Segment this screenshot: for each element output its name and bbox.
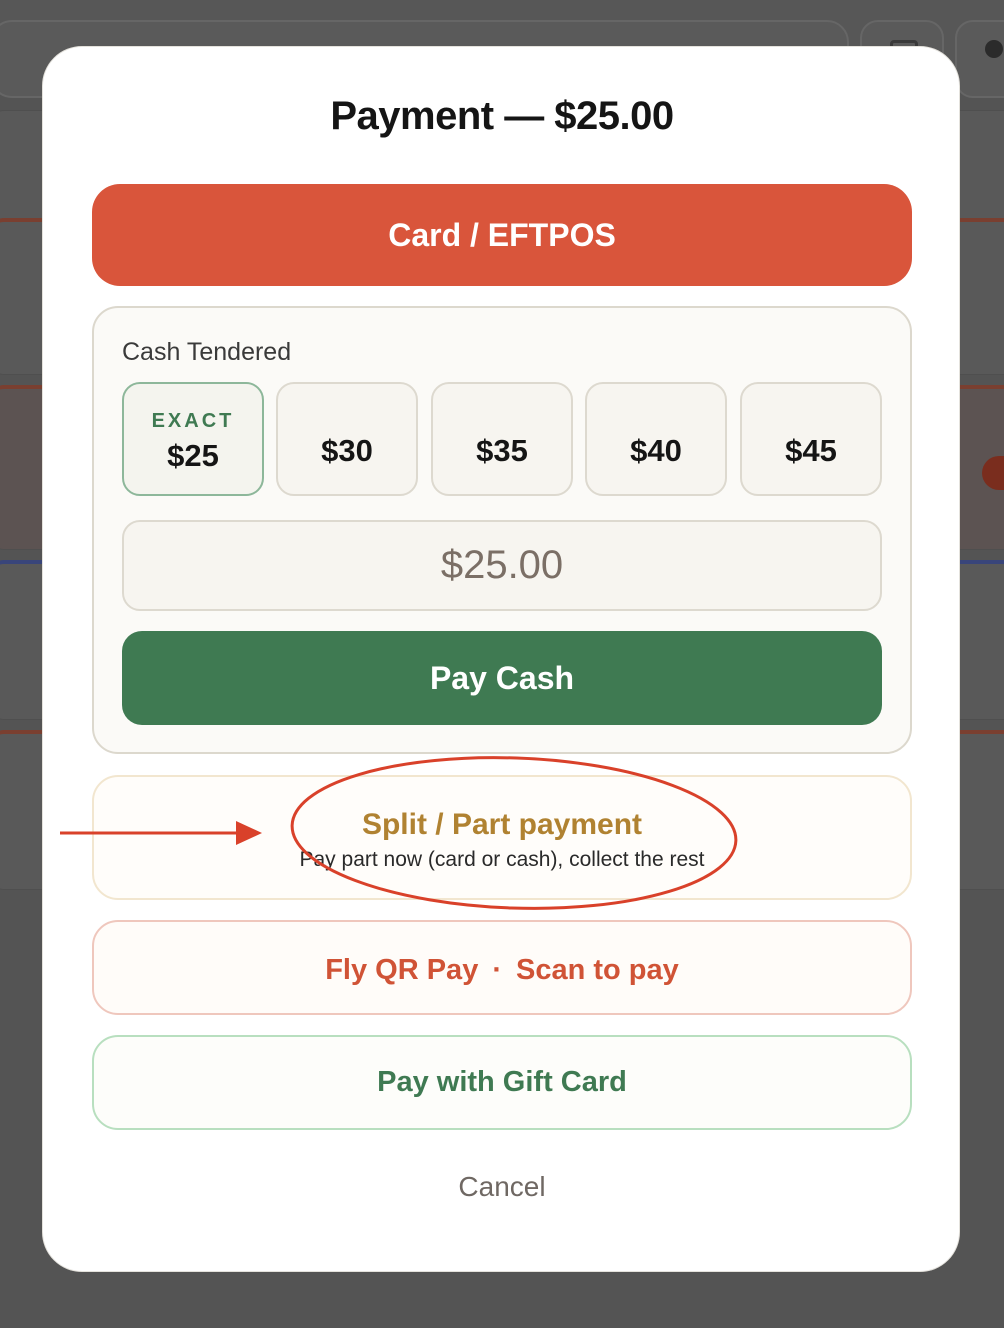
amount-button-exact[interactable]: EXACT $25 [122, 382, 264, 496]
amount-value: $45 [785, 433, 837, 468]
qr-pay-subtitle: Scan to pay [516, 954, 679, 986]
fly-qr-pay-button[interactable]: Fly QR Pay · Scan to pay [92, 920, 912, 1015]
gift-card-button[interactable]: Pay with Gift Card [92, 1035, 912, 1130]
amount-button-45[interactable]: $45 [740, 382, 882, 496]
amount-value: $40 [630, 433, 682, 468]
separator-dot: · [492, 954, 502, 986]
split-payment-title: Split / Part payment [361, 808, 643, 841]
amount-button-30[interactable]: $30 [276, 382, 418, 496]
qr-pay-title: Fly QR Pay [325, 954, 479, 986]
amount-button-40[interactable]: $40 [585, 382, 727, 496]
amount-value: $25 [167, 438, 219, 473]
split-payment-button[interactable]: Split / Part payment Pay part now (card … [92, 775, 912, 900]
cash-tendered-label: Cash Tendered [122, 338, 292, 366]
modal-title: Payment — $25.00 [330, 94, 674, 138]
amount-button-35[interactable]: $35 [431, 382, 573, 496]
user-icon [985, 40, 1003, 58]
cancel-button[interactable]: Cancel [402, 1166, 602, 1208]
amount-value: $35 [476, 433, 528, 468]
split-payment-subtitle: Pay part now (card or cash), collect the… [299, 848, 705, 871]
pay-cash-button[interactable]: Pay Cash [122, 631, 882, 725]
exact-tag: EXACT [151, 410, 235, 432]
background-profile-button [955, 20, 1004, 98]
amount-value: $30 [321, 433, 373, 468]
qr-pay-line: Fly QR Pay · Scan to pay [94, 954, 910, 987]
cash-tendered-input[interactable] [122, 520, 882, 611]
card-eftpos-button[interactable]: Card / EFTPOS [92, 184, 912, 286]
